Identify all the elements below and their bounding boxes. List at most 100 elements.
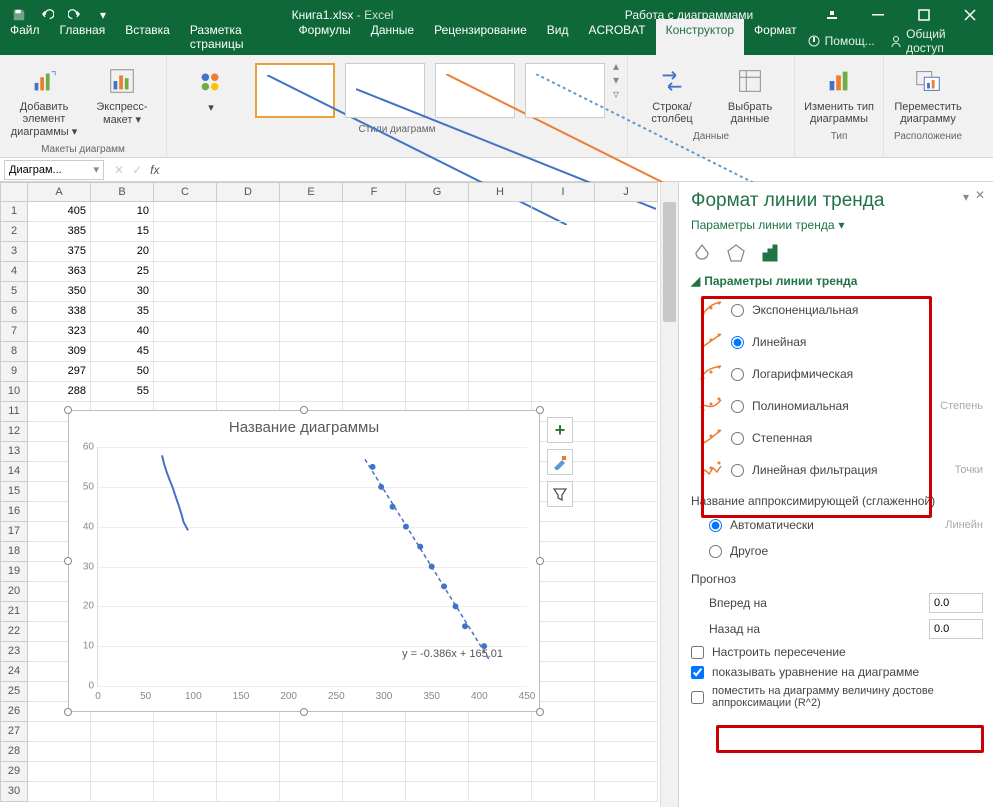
resize-handle[interactable] (300, 708, 308, 716)
cell[interactable] (217, 222, 280, 242)
col-A[interactable]: A (28, 182, 91, 202)
cell[interactable] (154, 282, 217, 302)
row-3[interactable]: 3 (0, 242, 28, 262)
cell[interactable] (406, 782, 469, 802)
chart-title[interactable]: Название диаграммы (69, 411, 539, 440)
cell[interactable] (532, 222, 595, 242)
plot-area[interactable]: 0102030405060050100150200250300350400450… (97, 447, 527, 687)
cell[interactable] (280, 262, 343, 282)
cell[interactable] (406, 262, 469, 282)
cell[interactable] (532, 782, 595, 802)
cell[interactable] (595, 782, 658, 802)
cell[interactable] (532, 622, 595, 642)
cell[interactable] (343, 742, 406, 762)
cancel-icon[interactable]: ✕ (114, 163, 124, 177)
cell[interactable] (595, 742, 658, 762)
cell[interactable] (595, 622, 658, 642)
resize-handle[interactable] (64, 557, 72, 565)
cell[interactable]: 405 (28, 202, 91, 222)
trend-option[interactable]: Линейная фильтрацияТочки (691, 454, 983, 486)
cell[interactable] (469, 262, 532, 282)
backward-input[interactable] (929, 619, 983, 639)
cell[interactable] (595, 342, 658, 362)
cell[interactable] (469, 222, 532, 242)
cell[interactable] (343, 322, 406, 342)
maximize-icon[interactable] (901, 0, 947, 30)
cell[interactable] (343, 302, 406, 322)
col-B[interactable]: B (91, 182, 154, 202)
row-22[interactable]: 22 (0, 622, 28, 642)
cell[interactable] (595, 762, 658, 782)
cell[interactable] (595, 282, 658, 302)
cell[interactable]: 10 (91, 202, 154, 222)
row-4[interactable]: 4 (0, 262, 28, 282)
trend-radio[interactable] (731, 464, 744, 477)
cell[interactable]: 50 (91, 362, 154, 382)
cell[interactable] (469, 742, 532, 762)
chart-elements-button[interactable]: + (547, 417, 573, 443)
cell[interactable] (280, 782, 343, 802)
trend-radio[interactable] (731, 400, 744, 413)
cell[interactable] (595, 702, 658, 722)
cell[interactable] (406, 222, 469, 242)
chart-style-4[interactable] (525, 63, 605, 118)
row-27[interactable]: 27 (0, 722, 28, 742)
enter-icon[interactable]: ✓ (132, 163, 142, 177)
forward-input[interactable] (929, 593, 983, 613)
cell[interactable] (406, 202, 469, 222)
cell[interactable] (532, 582, 595, 602)
cell[interactable]: 309 (28, 342, 91, 362)
col-F[interactable]: F (343, 182, 406, 202)
cell[interactable] (406, 282, 469, 302)
cell[interactable] (406, 322, 469, 342)
row-8[interactable]: 8 (0, 342, 28, 362)
close-icon[interactable] (947, 0, 993, 30)
cell[interactable] (532, 262, 595, 282)
cell[interactable] (595, 662, 658, 682)
name-auto-radio[interactable] (709, 519, 722, 532)
cell[interactable] (154, 782, 217, 802)
cell[interactable] (217, 282, 280, 302)
trend-option[interactable]: ПолиномиальнаяСтепень (691, 390, 983, 422)
cell[interactable] (154, 742, 217, 762)
cell[interactable] (469, 382, 532, 402)
cell[interactable] (469, 342, 532, 362)
cell[interactable] (154, 242, 217, 262)
cell[interactable] (406, 342, 469, 362)
cell[interactable] (532, 662, 595, 682)
cell[interactable] (217, 382, 280, 402)
cell[interactable] (469, 202, 532, 222)
cell[interactable]: 20 (91, 242, 154, 262)
col-C[interactable]: C (154, 182, 217, 202)
row-14[interactable]: 14 (0, 462, 28, 482)
chart-style-3[interactable] (435, 63, 515, 118)
tab-acrobat[interactable]: ACROBAT (578, 19, 655, 55)
fill-line-tab-icon[interactable] (691, 242, 713, 264)
resize-handle[interactable] (536, 557, 544, 565)
cell[interactable] (28, 762, 91, 782)
tab-файл[interactable]: Файл (0, 19, 50, 55)
row-15[interactable]: 15 (0, 482, 28, 502)
show-r2-checkbox[interactable] (691, 691, 704, 704)
quick-layout-button[interactable]: Экспресс-макет ▾ (86, 59, 158, 130)
cell[interactable] (154, 762, 217, 782)
pane-close-icon[interactable]: ✕ (975, 188, 985, 202)
cell[interactable] (469, 282, 532, 302)
cell[interactable] (595, 562, 658, 582)
cell[interactable]: 338 (28, 302, 91, 322)
cell[interactable] (154, 362, 217, 382)
cell[interactable] (280, 242, 343, 262)
cell[interactable]: 288 (28, 382, 91, 402)
ribbon-options-icon[interactable] (809, 0, 855, 30)
select-all[interactable] (0, 182, 28, 202)
cell[interactable] (532, 382, 595, 402)
cell[interactable] (343, 342, 406, 362)
cell[interactable] (154, 262, 217, 282)
tab-формат[interactable]: Формат (744, 19, 807, 55)
resize-handle[interactable] (64, 406, 72, 414)
cell[interactable] (532, 362, 595, 382)
cell[interactable] (280, 282, 343, 302)
trend-radio[interactable] (731, 432, 744, 445)
effects-tab-icon[interactable] (725, 242, 747, 264)
cell[interactable] (217, 722, 280, 742)
